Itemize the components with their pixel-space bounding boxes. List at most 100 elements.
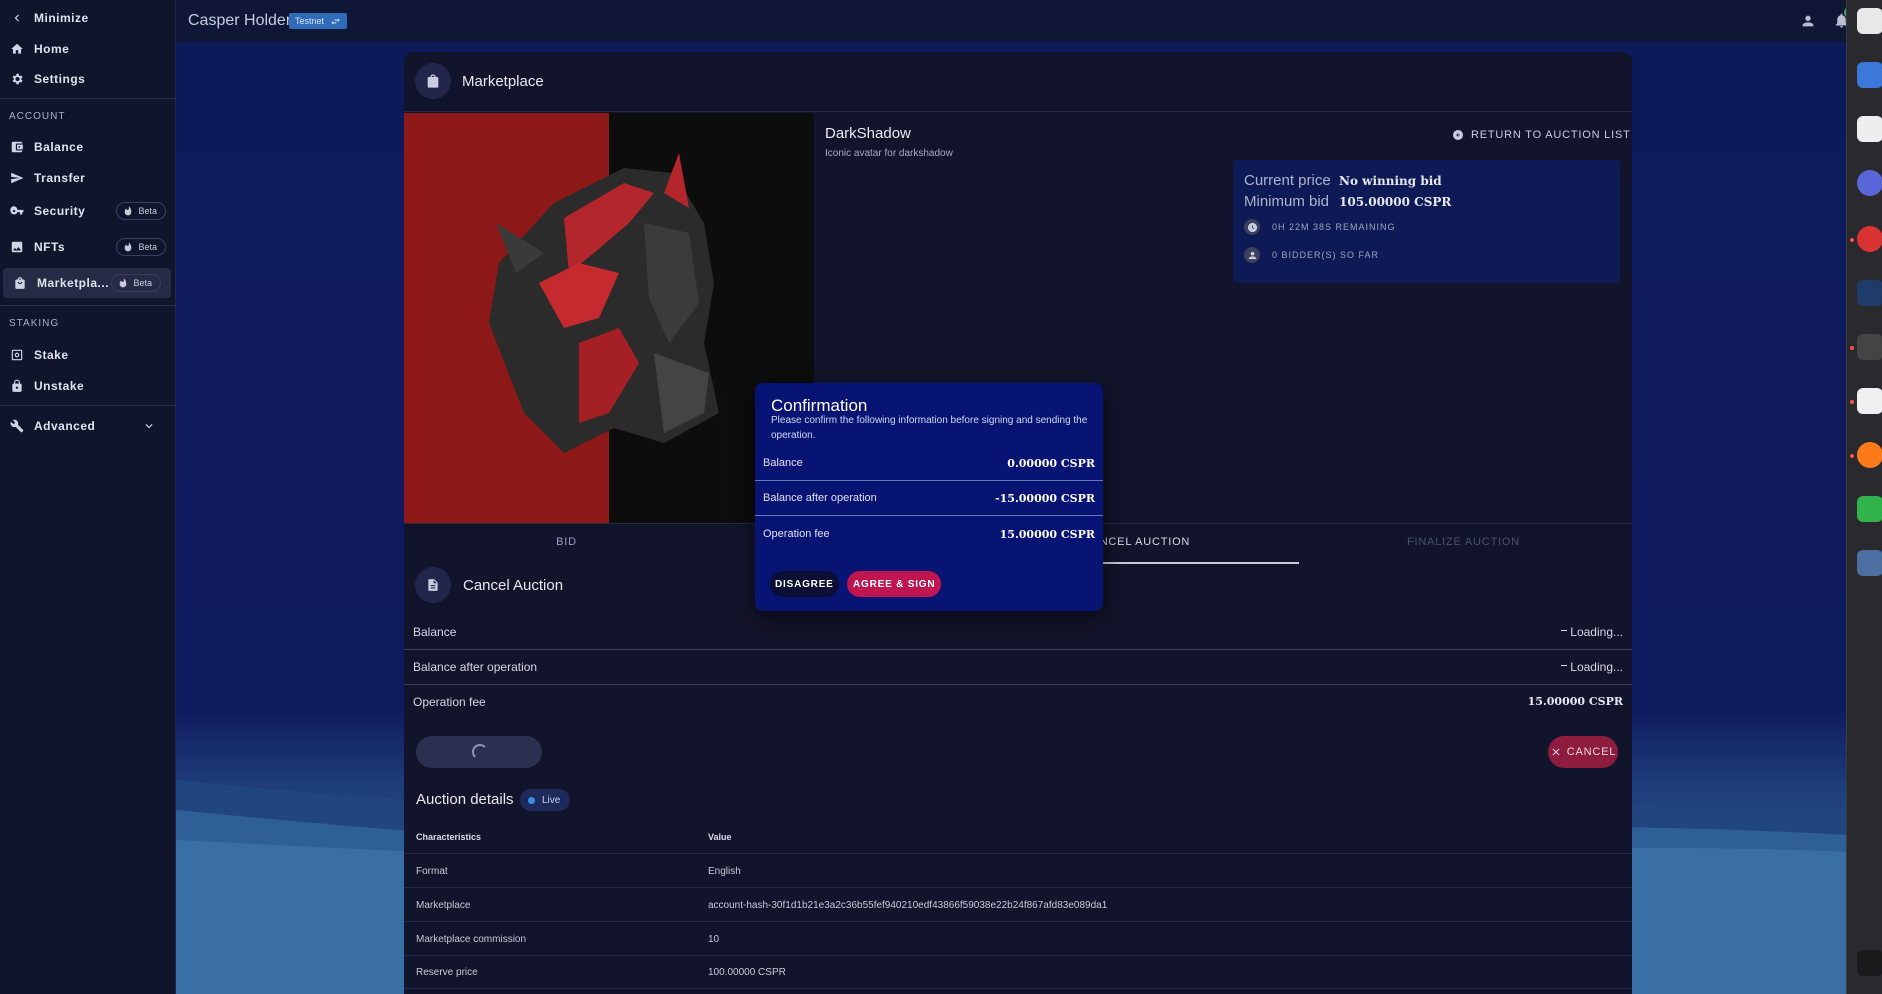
dock-app[interactable] <box>1857 442 1882 468</box>
table-row: Marketplace account-hash-30f1d1b21e3a2c3… <box>404 888 1632 922</box>
send-icon <box>10 171 24 185</box>
confirmation-dialog: Confirmation Please confirm the followin… <box>755 383 1103 611</box>
clock-icon <box>1244 219 1260 235</box>
safe-icon <box>10 348 24 362</box>
minimum-bid-label: Minimum bid <box>1244 193 1330 210</box>
nft-image <box>404 113 814 523</box>
dock-app[interactable] <box>1857 280 1882 306</box>
row-value: Loading... <box>1561 625 1623 639</box>
dock-app[interactable] <box>1857 388 1882 414</box>
price-summary: Current price No winning bid Minimum bid… <box>1233 160 1620 283</box>
nft-description: Iconic avatar for darkshadow <box>825 148 953 159</box>
tools-icon <box>10 419 24 433</box>
network-badge[interactable]: Testnet <box>289 13 348 29</box>
minimize-button[interactable]: Minimize <box>0 3 176 33</box>
sidebar-item-nfts[interactable]: NFTs Beta <box>0 232 176 262</box>
beta-badge: Beta <box>116 238 166 256</box>
dialog-subtitle: Please confirm the following information… <box>771 415 1088 441</box>
tab-bid[interactable]: BID <box>404 536 729 548</box>
row-label: Operation fee <box>413 695 486 709</box>
row-value: 15.00000 CSPR <box>999 528 1095 541</box>
image-icon <box>10 240 24 254</box>
submit-button-loading[interactable] <box>416 736 542 768</box>
dock-app[interactable] <box>1857 116 1882 142</box>
return-label: RETURN TO AUCTION LIST <box>1471 129 1631 141</box>
sidebar-item-marketplace[interactable]: Marketpla... Beta <box>3 268 171 298</box>
sidebar-item-settings[interactable]: Settings <box>0 64 176 94</box>
swap-icon <box>331 17 340 25</box>
beta-badge: Beta <box>111 274 161 292</box>
table-cell: 10 <box>708 934 720 945</box>
dock-running-dot <box>1850 346 1854 350</box>
document-icon <box>415 567 451 603</box>
spinner-icon <box>1561 665 1568 671</box>
tab-finalize-auction[interactable]: FINALIZE AUCTION <box>1301 536 1626 548</box>
page-title: Marketplace <box>462 73 544 90</box>
sidebar-item-security[interactable]: Security Beta <box>0 196 176 226</box>
sidebar-item-balance[interactable]: Balance <box>0 132 176 162</box>
row-label: Balance <box>763 457 803 469</box>
cancel-label: CANCEL <box>1566 746 1617 758</box>
agree-and-sign-button[interactable]: AGREE & SIGN <box>847 571 942 597</box>
sidebar: Minimize Home Settings ACCOUNT Balance T… <box>0 0 176 994</box>
sidebar-item-unstake[interactable]: Unstake <box>0 371 176 401</box>
shopping-bag-icon <box>415 63 451 99</box>
sidebar-item-home[interactable]: Home <box>0 34 176 64</box>
dock-app[interactable] <box>1857 496 1882 522</box>
account-icon[interactable] <box>1800 13 1816 34</box>
dock-app[interactable] <box>1857 950 1882 976</box>
table-row: Reserve price 100.00000 CSPR <box>404 955 1632 989</box>
disagree-button[interactable]: DISAGREE <box>770 571 839 597</box>
current-price-value: No winning bid <box>1339 174 1442 188</box>
sidebar-item-label: Home <box>34 42 70 56</box>
current-price-label: Current price <box>1244 172 1331 189</box>
network-label: Testnet <box>295 16 325 26</box>
sidebar-item-advanced[interactable]: Advanced <box>0 411 176 441</box>
info-row: Balance after operation Loading... <box>404 650 1632 685</box>
dock-app[interactable] <box>1857 170 1882 196</box>
dock-app[interactable] <box>1857 334 1882 360</box>
key-icon <box>10 204 24 218</box>
dock-running-dot <box>1850 238 1854 242</box>
table-row: Marketplace commission 10 <box>404 922 1632 956</box>
table-cell: Marketplace commission <box>416 934 527 945</box>
shopping-bag-icon <box>13 276 27 290</box>
cancel-button[interactable]: CANCEL <box>1548 736 1618 768</box>
sidebar-item-label: NFTs <box>34 240 66 254</box>
wallet-icon <box>10 140 24 154</box>
table-header: Characteristics Value <box>404 820 1632 854</box>
info-row: Balance Loading... <box>404 615 1632 650</box>
dialog-row: Balance after operation -15.00000 CSPR <box>755 481 1103 516</box>
info-row: Operation fee 15.00000 CSPR <box>404 685 1632 720</box>
dock-app[interactable] <box>1857 550 1882 576</box>
chevron-down-icon <box>142 419 156 436</box>
nft-name: DarkShadow <box>825 125 911 142</box>
fire-icon <box>125 206 132 216</box>
dock-app[interactable] <box>1857 62 1882 88</box>
dialog-row: Balance 0.00000 CSPR <box>755 446 1103 481</box>
sidebar-item-label: Unstake <box>34 379 85 393</box>
spinner-icon <box>1561 630 1568 636</box>
bidder-count: 0 BIDDER(S) SO FAR <box>1244 247 1379 263</box>
sidebar-item-transfer[interactable]: Transfer <box>0 163 176 193</box>
lock-icon <box>10 379 24 393</box>
chevron-left-icon <box>10 11 24 25</box>
sidebar-section-staking: STAKING <box>9 318 60 329</box>
sidebar-section-account: ACCOUNT <box>9 111 66 122</box>
dock-running-dot <box>1850 454 1854 458</box>
sidebar-item-stake[interactable]: Stake <box>0 340 176 370</box>
sidebar-item-label: Security <box>34 204 86 218</box>
fire-icon <box>120 278 127 288</box>
return-to-auction-list-button[interactable]: RETURN TO AUCTION LIST <box>1452 129 1631 141</box>
cancel-auction-title: Cancel Auction <box>463 577 564 594</box>
row-value: 15.00000 CSPR <box>1527 695 1623 708</box>
table-cell: 100.00000 CSPR <box>708 967 786 978</box>
dock-app[interactable] <box>1857 226 1882 252</box>
minimum-bid-value: 105.00000 CSPR <box>1339 195 1452 209</box>
dock-app[interactable] <box>1857 8 1882 34</box>
table-cell: English <box>708 866 741 877</box>
row-value: 0.00000 CSPR <box>1007 457 1095 470</box>
brand-title: Casper Holders <box>188 12 300 29</box>
time-remaining-text: 0H 22M 38S REMAINING <box>1272 222 1396 232</box>
sidebar-divider <box>0 98 176 99</box>
